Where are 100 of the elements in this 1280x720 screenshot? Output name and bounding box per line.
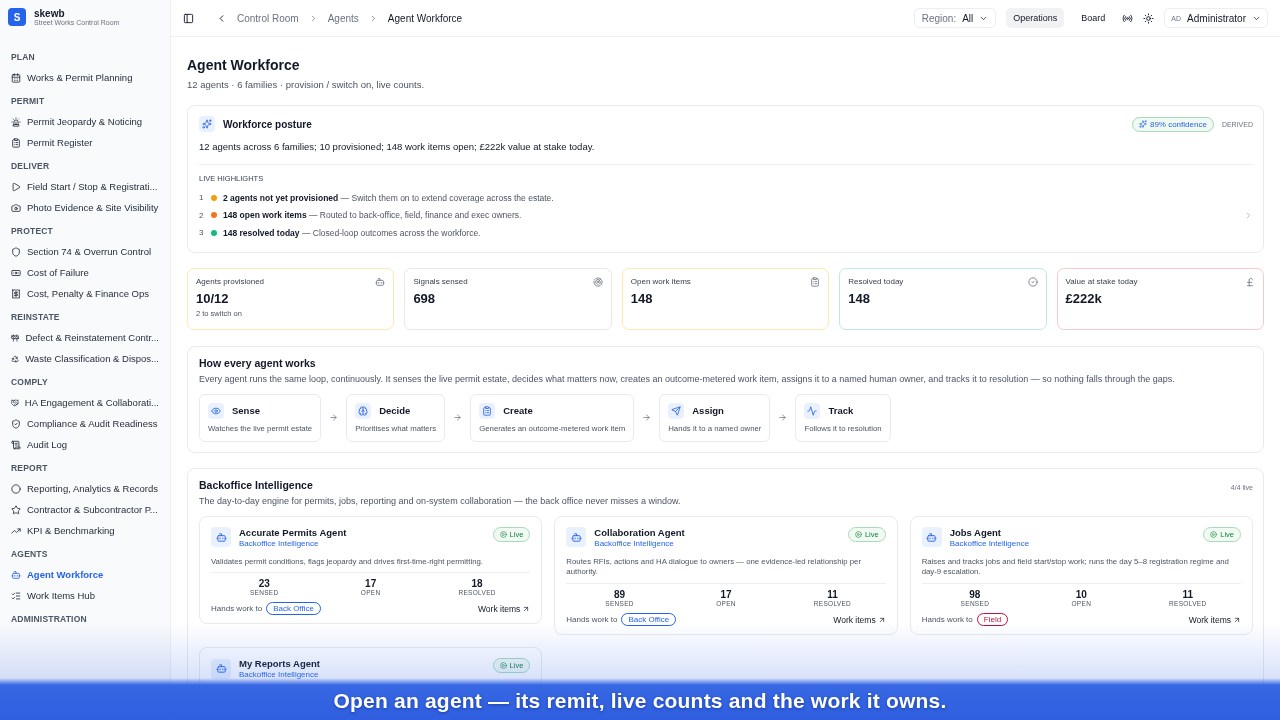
nav-icon — [11, 202, 21, 213]
metric-label: Agents provisioned — [196, 277, 265, 286]
section-heading: DELIVER — [11, 161, 51, 171]
arrow-icon — [453, 413, 463, 422]
breadcrumb-link[interactable]: Agents — [327, 12, 359, 24]
nav-item[interactable]: HA Engagement & Collaborati... — [8, 392, 162, 413]
posture-summary: 12 agents across 6 families; 10 provisioned; 148 work items open; £222k value at stake today. — [199, 141, 596, 152]
check-circle-icon — [1027, 276, 1038, 287]
nav-item[interactable]: Permit Register — [8, 132, 162, 153]
step-title: Decide — [379, 405, 411, 416]
section-heading: PERMIT — [11, 96, 46, 106]
agent-name: My Reports Agent — [239, 658, 320, 670]
nav-item[interactable]: Defect & Reinstatement Contr... — [8, 327, 162, 348]
work-items-link[interactable]: Work items — [477, 603, 531, 614]
breadcrumb-link[interactable]: Control Room — [237, 12, 299, 24]
nav-icon — [11, 246, 21, 257]
work-items-link[interactable]: Work items — [1188, 614, 1241, 625]
robot-icon — [566, 527, 587, 547]
owner-tag: Field — [976, 613, 1009, 627]
highlight-number: 1 — [199, 193, 205, 203]
metric-value: 10/12 — [196, 290, 230, 306]
nav-icon — [11, 418, 21, 429]
nav-item[interactable]: Permit Jeopardy & Noticing — [8, 111, 162, 132]
nav-item[interactable]: Audit Log — [8, 434, 162, 455]
eye-icon — [208, 402, 224, 419]
arrow-icon — [778, 413, 788, 422]
stat-value: 89 — [614, 589, 626, 601]
brain-icon — [355, 402, 372, 419]
agent-family: Backoffice Intelligence — [949, 538, 1030, 548]
robot-icon — [211, 658, 231, 679]
agent-card[interactable] — [909, 515, 1253, 636]
section-title: How every agent works — [199, 356, 317, 369]
breadcrumb-link[interactable]: Agent Workforce — [387, 12, 463, 24]
agent-card[interactable] — [199, 515, 543, 625]
step-title: Track — [828, 405, 854, 416]
step-title: Create — [503, 405, 533, 416]
metric-label: Resolved today — [848, 277, 904, 286]
nav-icon — [11, 397, 19, 408]
metric-value: 698 — [413, 290, 437, 306]
nav-icon — [11, 569, 21, 580]
send-icon — [668, 402, 685, 419]
nav-item[interactable]: KPI & Benchmarking — [8, 520, 162, 541]
metric-value: £222k — [1065, 290, 1103, 306]
section-heading: ADMINISTRATION — [11, 614, 88, 624]
clipboard-icon — [479, 402, 496, 419]
stat-value: 18 — [471, 578, 483, 590]
section-heading: COMPLY — [11, 377, 49, 387]
metric-label: Signals sensed — [413, 277, 468, 286]
video-caption: Open an agent — its remit, live counts and the work it owns. — [333, 689, 947, 713]
nav-icon — [11, 525, 21, 536]
nav-item[interactable]: Waste Classification & Dispos... — [8, 348, 162, 369]
owner-tag: Back Office — [621, 613, 677, 627]
metric-value: 148 — [630, 290, 654, 306]
clipboard-icon — [810, 276, 821, 287]
nav-icon — [11, 288, 21, 299]
agent-family: Backoffice Intelligence — [239, 670, 320, 680]
nav-item[interactable]: Cost of Failure — [8, 262, 162, 283]
nav-item[interactable]: Reporting, Analytics & Records — [8, 478, 162, 499]
nav-icon — [11, 137, 21, 148]
agent-family: Backoffice Intelligence — [239, 538, 320, 548]
stat-value: 17 — [720, 589, 732, 601]
page-title: Agent Workforce — [187, 57, 301, 73]
section-heading: PROTECT — [11, 226, 54, 236]
nav-item[interactable]: Contractor & Subcontractor P... — [8, 499, 162, 520]
nav-icon — [11, 439, 21, 450]
stat-value: 11 — [1182, 589, 1194, 601]
view-button[interactable]: Operations — [1006, 8, 1065, 28]
confidence-badge: 89% confidence — [1131, 116, 1214, 132]
nav-item[interactable]: Field Start / Stop & Registrati... — [8, 176, 162, 197]
region-select[interactable]: Region: All — [913, 8, 997, 28]
brand-name: skewb — [34, 8, 66, 19]
nav-item[interactable]: Cost, Penalty & Finance Ops — [8, 283, 162, 304]
arrow-icon — [877, 615, 886, 624]
nav-item[interactable]: Works & Permit Planning — [8, 67, 162, 88]
page-subtitle: 12 agents · 6 families · provision / switch on, live counts. — [187, 79, 426, 90]
agent-card[interactable] — [554, 515, 898, 636]
highlight-text: 148 resolved today — Closed-loop outcomes across the workforce. — [223, 227, 481, 238]
sidebar-toggle-icon[interactable] — [183, 12, 194, 24]
nav-icon — [11, 590, 21, 601]
agent-name: Collaboration Agent — [594, 526, 685, 538]
nav-item[interactable]: Agent Workforce — [8, 564, 162, 585]
metric-label: Open work items — [630, 277, 691, 286]
nav-item[interactable]: Compliance & Audit Readiness — [8, 413, 162, 434]
section-heading: REPORT — [11, 463, 49, 473]
nav-item[interactable]: Section 74 & Overrun Control — [8, 241, 162, 262]
agent-name: Jobs Agent — [949, 526, 1003, 538]
agent-name: Accurate Permits Agent — [239, 526, 347, 538]
pound-icon — [1245, 276, 1255, 287]
stat-value: 10 — [1075, 589, 1087, 601]
broadcast-icon[interactable] — [1122, 12, 1134, 24]
work-items-link[interactable]: Work items — [833, 614, 886, 625]
nav-icon — [11, 116, 21, 127]
view-button[interactable]: Board — [1074, 8, 1113, 28]
section-description: The day-to-day engine for permits, jobs, reporting and on-system collaboration — the back office never misses a window. — [199, 495, 682, 506]
stat-value: 98 — [969, 589, 981, 601]
arrow-icon — [642, 413, 652, 422]
nav-item[interactable]: Photo Evidence & Site Visibility — [8, 197, 162, 218]
nav-item[interactable]: Work Items Hub — [8, 585, 162, 606]
hands-label: Hands work to — [921, 615, 973, 625]
sun-icon[interactable] — [1143, 12, 1155, 24]
